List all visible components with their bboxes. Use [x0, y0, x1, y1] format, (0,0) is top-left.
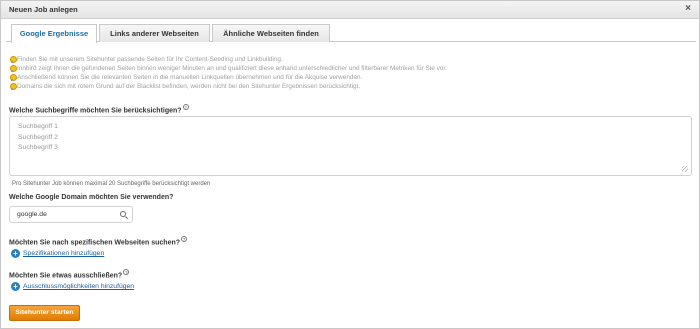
keywords-label-text: Welche Suchbegriffe möchten Sie berücksi…	[9, 107, 182, 115]
plus-circle-icon: +	[11, 282, 20, 291]
lightbulb-icon	[9, 56, 17, 63]
plus-circle-icon: +	[11, 249, 20, 258]
add-specifications-text: Spezifikationen hinzufügen	[23, 250, 105, 257]
tip-item: Finden Sie mit unserem Sitehunter passen…	[9, 55, 447, 64]
tab-bar: Google Ergebnisse Links anderer Webseite…	[6, 23, 696, 43]
lightbulb-icon	[9, 83, 17, 90]
tab-similar-websites[interactable]: Ähnliche Webseiten finden	[212, 24, 330, 42]
help-icon[interactable]: ?	[182, 104, 189, 110]
new-job-dialog: Neuen Job anlegen × Google Ergebnisse Li…	[0, 0, 700, 329]
tab-google-results[interactable]: Google Ergebnisse	[11, 24, 97, 43]
tip-text: Finden Sie mit unserem Sitehunter passen…	[17, 56, 283, 63]
domain-label: Welche Google Domain möchten Sie verwend…	[9, 194, 174, 201]
placeholder-line: Suchbegriff 1	[18, 123, 58, 130]
dialog-title: Neuen Job anlegen	[9, 5, 78, 14]
search-icon	[120, 211, 126, 217]
tab-links-other-websites[interactable]: Links anderer Webseiten	[99, 24, 210, 42]
start-sitehunter-button[interactable]: Sitehunter starten	[9, 305, 80, 321]
help-icon[interactable]: ?	[181, 236, 188, 242]
google-domain-value: google.de	[17, 211, 47, 218]
tip-text: Anschließend können Sie die relevanten S…	[17, 74, 363, 81]
placeholder-line: Suchbegriff 3	[18, 144, 58, 151]
close-icon[interactable]: ×	[685, 3, 691, 15]
keywords-textarea[interactable]: Suchbegriff 1 Suchbegriff 2 Suchbegriff …	[9, 116, 692, 176]
google-domain-select[interactable]: google.de	[9, 206, 133, 223]
dialog-titlebar: Neuen Job anlegen ×	[1, 1, 699, 19]
lightbulb-icon	[9, 65, 17, 72]
exclude-label: Möchten Sie etwas ausschließen??	[9, 269, 130, 280]
tip-item: Innbird zeigt Ihnen die gefundenen Seite…	[9, 64, 447, 73]
specific-label-text: Möchten Sie nach spezifischen Webseiten …	[9, 239, 181, 247]
tip-text: Domains die sich mit rotem Grund auf der…	[17, 83, 361, 90]
help-icon[interactable]: ?	[123, 269, 130, 275]
specific-label: Möchten Sie nach spezifischen Webseiten …	[9, 236, 188, 247]
tip-item: Domains die sich mit rotem Grund auf der…	[9, 82, 447, 91]
exclude-label-text: Möchten Sie etwas ausschließen?	[9, 272, 123, 280]
placeholder-line: Suchbegriff 2	[18, 133, 58, 141]
lightbulb-icon	[9, 74, 17, 81]
resize-handle-icon[interactable]	[682, 166, 688, 172]
tip-item: Anschließend können Sie die relevanten S…	[9, 73, 447, 82]
tip-text: Innbird zeigt Ihnen die gefundenen Seite…	[17, 65, 447, 72]
keywords-hint: Pro Sitehunter Job können maximal 20 Suc…	[12, 181, 211, 187]
keywords-label: Welche Suchbegriffe möchten Sie berücksi…	[9, 104, 189, 114]
add-exclusions-text: Ausschlussmöglichkeiten hinzufügen	[23, 283, 135, 290]
tips-list: Finden Sie mit unserem Sitehunter passen…	[9, 55, 447, 91]
